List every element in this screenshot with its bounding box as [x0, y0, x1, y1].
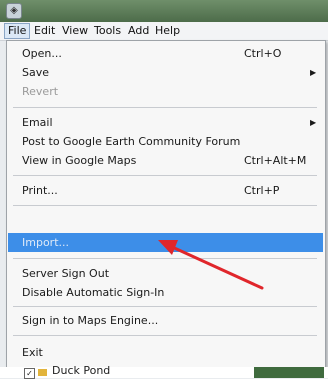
submenu-arrow-icon: ▶	[310, 68, 317, 77]
places-panel-fragment: ✓ Duck Pond	[0, 364, 328, 379]
menu-item-email[interactable]: Email ▶	[8, 113, 323, 132]
menu-separator	[13, 258, 317, 259]
menu-separator	[13, 107, 317, 108]
shortcut-label: Ctrl+P	[244, 184, 280, 197]
menu-item-print[interactable]: Print... Ctrl+P	[8, 181, 323, 200]
menu-help[interactable]: Help	[152, 24, 183, 38]
menu-item-view-in-google-maps[interactable]: View in Google Maps Ctrl+Alt+M	[8, 151, 323, 170]
menu-item-label: Disable Automatic Sign-In	[22, 286, 165, 299]
map-view-fragment	[254, 367, 324, 378]
menu-item-post-forum[interactable]: Post to Google Earth Community Forum	[8, 132, 323, 151]
menu-tools[interactable]: Tools	[91, 24, 124, 38]
menu-item-label: Post to Google Earth Community Forum	[22, 135, 241, 148]
menu-item-label: Import...	[22, 236, 69, 249]
menu-item-save[interactable]: Save ▶	[8, 63, 323, 82]
menu-item-label: Print...	[22, 184, 58, 197]
checkbox[interactable]: ✓	[24, 368, 35, 379]
title-bar: ◈	[0, 0, 328, 22]
shortcut-label: Ctrl+Alt+M	[244, 154, 307, 167]
menu-item-label: Sign in to Maps Engine...	[22, 314, 159, 327]
menu-item-maps-engine[interactable]: Sign in to Maps Engine...	[8, 311, 323, 330]
menu-view[interactable]: View	[59, 24, 91, 38]
menu-item-revert: Revert	[8, 82, 323, 101]
menu-item-exit[interactable]: Exit	[8, 343, 323, 362]
menu-separator	[13, 306, 317, 307]
menu-item-label: Revert	[22, 85, 59, 98]
menu-separator	[13, 335, 317, 336]
menu-item-disable-auto-sign-in[interactable]: Disable Automatic Sign-In	[8, 283, 323, 302]
placemark-icon	[38, 369, 47, 376]
app-icon: ◈	[6, 3, 22, 19]
menu-item-import[interactable]: Import...	[8, 233, 323, 252]
shortcut-label: Ctrl+O	[244, 47, 282, 60]
submenu-arrow-icon: ▶	[310, 118, 317, 127]
menu-add[interactable]: Add	[125, 24, 152, 38]
menu-item-open[interactable]: Open... Ctrl+O	[8, 44, 323, 63]
menu-item-server-sign-out[interactable]: Server Sign Out	[8, 264, 323, 283]
menu-item-label: Exit	[22, 346, 43, 359]
menu-separator	[13, 175, 317, 176]
menu-item-label: Save	[22, 66, 50, 79]
menu-edit[interactable]: Edit	[31, 24, 58, 38]
menu-item-label: Open...	[22, 47, 62, 60]
menu-file[interactable]: File	[4, 23, 31, 39]
menu-separator	[13, 205, 317, 206]
menu-item-label: Server Sign Out	[22, 267, 110, 280]
file-menu-dropdown: Open... Ctrl+O Save ▶ Revert Email ▶ Pos…	[6, 40, 326, 369]
places-item-label: Duck Pond	[52, 364, 111, 377]
menu-item-label: View in Google Maps	[22, 154, 137, 167]
menu-item-label: Email	[22, 116, 53, 129]
menu-bar: File Edit View Tools Add Help	[0, 22, 328, 41]
